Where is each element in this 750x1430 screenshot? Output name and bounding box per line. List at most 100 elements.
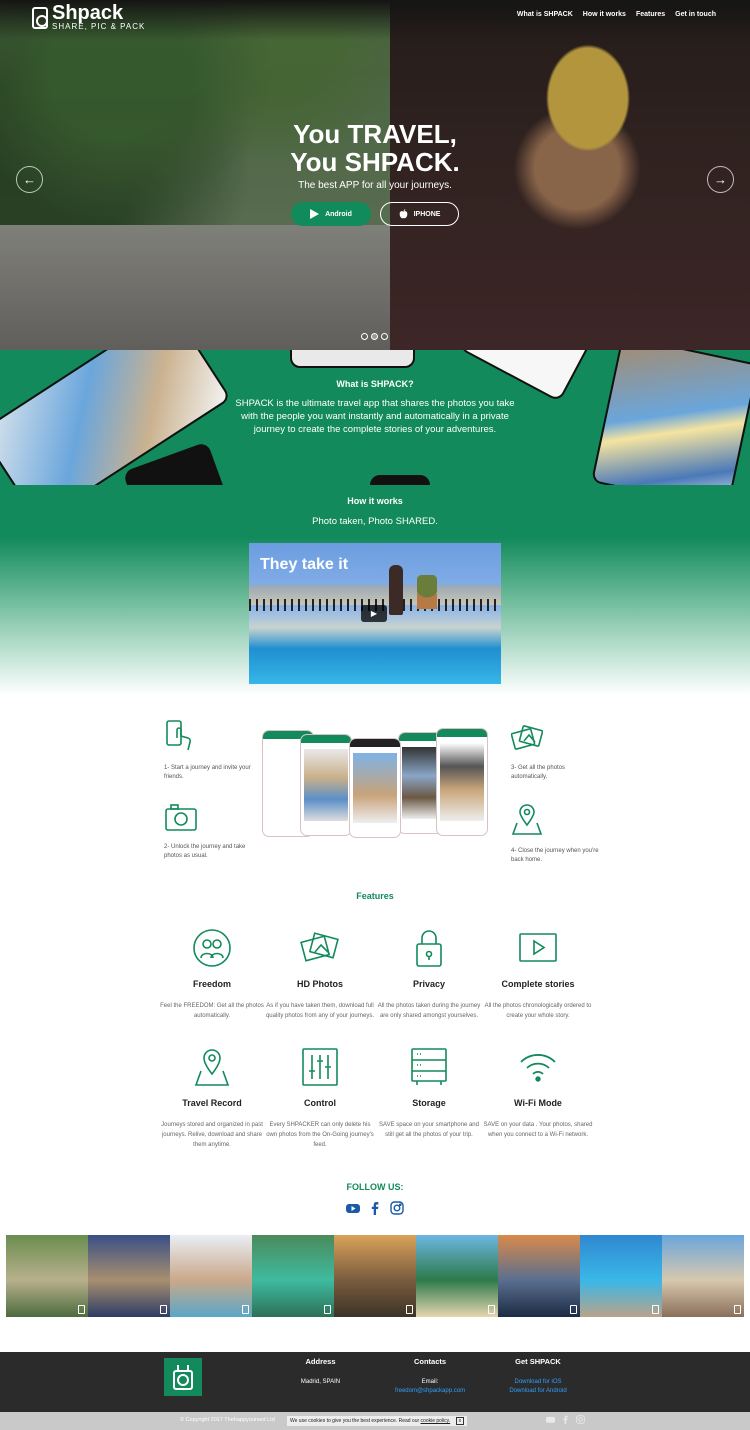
camera-icon bbox=[165, 804, 197, 831]
nav-features[interactable]: Features bbox=[636, 11, 665, 18]
storage-icon bbox=[411, 1048, 447, 1085]
map-pin-icon bbox=[511, 804, 543, 835]
slider-dots bbox=[361, 333, 388, 340]
slider-next-arrow-icon[interactable]: → bbox=[707, 166, 734, 193]
shpack-badge-icon bbox=[406, 1305, 413, 1314]
brand-name: Shpack bbox=[52, 2, 124, 24]
slider-prev-arrow-icon[interactable]: ← bbox=[16, 166, 43, 193]
iphone-download-button[interactable]: IPHONE bbox=[380, 202, 459, 226]
how-it-works-video[interactable]: They take it ▶ bbox=[249, 543, 501, 684]
features-heading: Features bbox=[356, 891, 394, 901]
gallery-photo[interactable] bbox=[416, 1235, 498, 1317]
app-screen-5 bbox=[436, 728, 488, 836]
footer-address: Address Madrid, SPAIN bbox=[300, 1357, 341, 1385]
video-person bbox=[389, 565, 403, 615]
footer-contacts: Contacts Email: freedom@shpackapp.com bbox=[380, 1357, 480, 1396]
friends-icon bbox=[193, 929, 231, 967]
gallery-photo[interactable] bbox=[252, 1235, 334, 1317]
shpack-badge-icon bbox=[324, 1305, 331, 1314]
decor-phone-top bbox=[290, 350, 415, 368]
how-subtitle: Photo taken, Photo SHARED. bbox=[312, 516, 438, 527]
what-is-section: What is SHPACK? SHPACK is the ultimate t… bbox=[0, 350, 750, 485]
lock-icon bbox=[416, 930, 442, 967]
shpack-badge-icon bbox=[160, 1305, 167, 1314]
gallery-photo[interactable] bbox=[662, 1235, 744, 1317]
photos-icon bbox=[511, 725, 543, 750]
feature-hd-photos: HD Photos As if you have taken them, dow… bbox=[265, 928, 375, 1021]
slider-dot-3[interactable] bbox=[381, 333, 388, 340]
decor-phone-bottom-center bbox=[370, 475, 430, 485]
what-is-heading: What is SHPACK? bbox=[336, 379, 414, 389]
facebook-icon[interactable] bbox=[561, 1415, 570, 1424]
feature-control: Control Every SHPACKER can only delete h… bbox=[265, 1047, 375, 1150]
nav-what-is-shpack[interactable]: What is SHPACK bbox=[517, 11, 573, 18]
nav-get-in-touch[interactable]: Get in touch bbox=[675, 11, 716, 18]
slider-dot-2[interactable] bbox=[371, 333, 378, 340]
feature-privacy: Privacy All the photos taken during the … bbox=[374, 928, 484, 1021]
app-screen-3 bbox=[349, 738, 401, 838]
instagram-gallery bbox=[6, 1235, 744, 1317]
cookie-close-icon[interactable]: x bbox=[455, 1417, 465, 1425]
feature-complete-stories: Complete stories All the photos chronolo… bbox=[483, 928, 593, 1021]
video-title: They take it bbox=[260, 556, 349, 573]
slider-dot-1[interactable] bbox=[361, 333, 368, 340]
footer-get-shpack: Get SHPACK Download for iOS Download for… bbox=[488, 1357, 588, 1396]
download-ios-link[interactable]: Download for iOS bbox=[488, 1378, 588, 1387]
shpack-badge-icon bbox=[570, 1305, 577, 1314]
video-play-icon[interactable]: ▶ bbox=[361, 605, 387, 622]
cookie-banner: We use cookies to give you the best expe… bbox=[287, 1416, 468, 1426]
step-2: 2- Unlock the journey and take photos as… bbox=[164, 803, 254, 861]
instagram-icon[interactable] bbox=[390, 1201, 404, 1220]
hero-slider: Shpack SHARE, PIC & PACK What is SHPACK … bbox=[0, 0, 750, 350]
photos-icon bbox=[300, 932, 339, 962]
footer-social bbox=[546, 1415, 585, 1424]
touch-phone-icon bbox=[166, 720, 191, 751]
wifi-icon bbox=[520, 1054, 556, 1082]
feature-travel-record: Travel Record Journeys stored and organi… bbox=[157, 1047, 267, 1150]
feature-freedom: Freedom Feel the FREEDOM: Get all the ph… bbox=[157, 928, 267, 1021]
follow-us-heading: FOLLOW US: bbox=[346, 1182, 404, 1192]
android-download-button[interactable]: Android bbox=[291, 202, 371, 226]
shpack-badge-icon bbox=[78, 1305, 85, 1314]
download-android-link[interactable]: Download for Android bbox=[488, 1387, 588, 1396]
email-link[interactable]: freedom@shpackapp.com bbox=[380, 1387, 480, 1396]
gallery-photo[interactable] bbox=[88, 1235, 170, 1317]
play-store-icon bbox=[310, 209, 320, 219]
main-nav: What is SHPACK How it works Features Get… bbox=[517, 11, 716, 18]
footer-bottom-bar: © Copyright 2017 Thehappyoursed Ltd We u… bbox=[0, 1412, 750, 1430]
brand-logo[interactable]: Shpack SHARE, PIC & PACK bbox=[32, 2, 146, 31]
what-is-text: SHPACK is the ultimate travel app that s… bbox=[235, 398, 515, 435]
how-heading: How it works bbox=[347, 496, 403, 506]
shpack-badge-icon bbox=[242, 1305, 249, 1314]
map-pin-icon bbox=[194, 1049, 230, 1086]
sliders-icon bbox=[302, 1048, 338, 1086]
footer-logo[interactable] bbox=[164, 1358, 202, 1396]
app-screens-showcase bbox=[262, 727, 488, 839]
nav-how-it-works[interactable]: How it works bbox=[583, 11, 626, 18]
brand-tagline: SHARE, PIC & PACK bbox=[52, 22, 146, 31]
gallery-photo[interactable] bbox=[498, 1235, 580, 1317]
step-4: 4- Close the journey when you're back ho… bbox=[511, 803, 601, 865]
shpack-badge-icon bbox=[734, 1305, 741, 1314]
video-plant bbox=[417, 575, 437, 609]
how-it-works-section: How it works Photo taken, Photo SHARED. … bbox=[0, 485, 750, 695]
gallery-photo[interactable] bbox=[334, 1235, 416, 1317]
shpack-badge-icon bbox=[652, 1305, 659, 1314]
gallery-photo[interactable] bbox=[6, 1235, 88, 1317]
gallery-photo[interactable] bbox=[580, 1235, 662, 1317]
youtube-icon[interactable] bbox=[546, 1415, 555, 1424]
decor-phone-top-right bbox=[457, 350, 598, 403]
cookie-policy-link[interactable]: cookie policy. bbox=[421, 1418, 451, 1424]
shpack-camera-icon bbox=[173, 1365, 193, 1390]
instagram-icon[interactable] bbox=[576, 1415, 585, 1424]
step-1: 1- Start a journey and invite your frien… bbox=[164, 720, 254, 782]
shpack-badge-icon bbox=[488, 1305, 495, 1314]
decor-phone-right bbox=[590, 350, 750, 485]
facebook-icon[interactable] bbox=[368, 1201, 382, 1220]
feature-wifi-mode: Wi-Fi Mode SAVE on your data . Your phot… bbox=[483, 1047, 593, 1140]
feature-storage: Storage SAVE space on your smartphone an… bbox=[374, 1047, 484, 1140]
gallery-photo[interactable] bbox=[170, 1235, 252, 1317]
youtube-icon[interactable] bbox=[346, 1201, 360, 1220]
step-3: 3- Get all the photos automatically. bbox=[511, 725, 601, 782]
copyright: © Copyright 2017 Thehappyoursed Ltd bbox=[180, 1417, 275, 1423]
